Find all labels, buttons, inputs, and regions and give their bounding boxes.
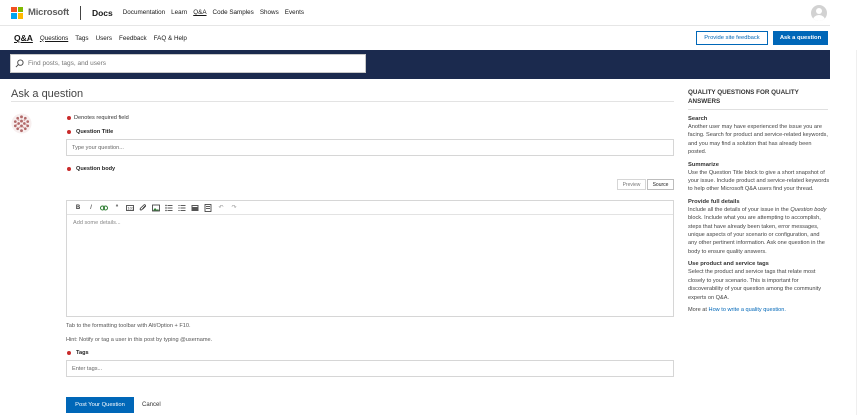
qa-header: Q&A Questions Tags Users Feedback FAQ & … [0, 26, 865, 50]
bold-icon[interactable]: B [73, 203, 83, 213]
profile-avatar[interactable] [811, 5, 827, 21]
nav-questions[interactable]: Questions [40, 35, 68, 42]
scrollbar-track[interactable] [856, 50, 857, 415]
nav-users[interactable]: Users [96, 35, 112, 42]
microsoft-logo[interactable]: Microsoft [11, 6, 69, 19]
provide-site-feedback-button[interactable]: Provide site feedback [696, 31, 768, 45]
question-title-placeholder: Type your question... [72, 144, 124, 151]
ask-question-button[interactable]: Ask a question [773, 31, 828, 45]
tip-tags: Use product and service tags Select the … [688, 261, 830, 302]
search-input[interactable] [28, 60, 365, 67]
required-note-text: Denotes required field [74, 115, 129, 121]
image-icon[interactable] [151, 203, 161, 213]
html-icon[interactable] [203, 203, 213, 213]
tip-summarize: Summarize Use the Question Title block t… [688, 162, 830, 194]
cancel-button[interactable]: Cancel [142, 397, 161, 413]
microsoft-brand-text: Microsoft [28, 7, 69, 18]
page-title: Ask a question [11, 88, 84, 100]
required-field-note: Denotes required field [67, 115, 129, 121]
qa-brand[interactable]: Q&A [14, 33, 33, 43]
italic-icon[interactable]: I [86, 203, 96, 213]
top-nav: Documentation Learn Q&A Code Samples Sho… [123, 9, 310, 16]
page-edge [830, 0, 865, 415]
toolbar-hint: Tab to the formatting toolbar with Alt/O… [66, 323, 191, 329]
tags-label: Tags [67, 350, 89, 356]
svg-text:101: 101 [127, 205, 134, 210]
question-body-editor[interactable]: B I “ 101 ↶ ↷ Add some details... [66, 200, 674, 317]
profile-head-icon [816, 8, 822, 14]
quality-question-link[interactable]: How to write a quality question. [709, 307, 786, 313]
nav-faq-help[interactable]: FAQ & Help [154, 35, 187, 42]
tip-heading: Provide full details [688, 198, 740, 205]
tip-text: Another user may have experienced the is… [688, 124, 828, 156]
search-banner [0, 50, 830, 79]
tip-full-details: Provide full details Include all the det… [688, 199, 830, 256]
nav-documentation[interactable]: Documentation [123, 9, 165, 16]
required-dot-icon [67, 116, 71, 120]
required-dot-icon [67, 130, 71, 134]
tip-heading: Use product and service tags [688, 261, 769, 268]
nav-events[interactable]: Events [285, 9, 304, 16]
header-divider [79, 5, 81, 20]
tags-label-text: Tags [76, 350, 89, 356]
redo-icon[interactable]: ↷ [229, 203, 239, 213]
docs-brand[interactable]: Docs [92, 8, 113, 18]
quality-tips-sidebar: QUALITY QUESTIONS FOR QUALITY ANSWERS Se… [688, 89, 830, 313]
tip-text: Use the Question Title block to give a s… [688, 169, 830, 193]
global-header: Microsoft Docs Documentation Learn Q&A C… [0, 0, 865, 26]
tab-source[interactable]: Source [647, 179, 674, 190]
question-title-label: Question Title [67, 129, 113, 135]
notify-hint: Hint: Notify or tag a user in this post … [66, 337, 213, 343]
quote-icon[interactable]: “ [112, 203, 122, 213]
profile-body-icon [813, 15, 825, 21]
sidebar-title: QUALITY QUESTIONS FOR QUALITY ANSWERS [688, 89, 799, 105]
question-body-label-text: Question body [76, 166, 116, 172]
tip-heading: Search [688, 116, 708, 122]
link-icon[interactable] [99, 203, 109, 213]
tags-input[interactable]: Enter tags... [66, 360, 674, 377]
tags-placeholder: Enter tags... [72, 365, 103, 372]
tip-heading: Summarize [688, 161, 719, 168]
tab-preview[interactable]: Preview [617, 179, 646, 190]
attachment-icon[interactable] [138, 203, 148, 213]
nav-code-samples[interactable]: Code Samples [213, 9, 254, 16]
tip-text: Select the product and service tags that… [688, 269, 822, 301]
question-body-label: Question body [67, 166, 115, 172]
qa-nav: Questions Tags Users Feedback FAQ & Help [40, 35, 194, 42]
required-dot-icon [67, 351, 71, 355]
post-question-button[interactable]: Post Your Question [66, 397, 134, 413]
more-info: More at How to write a quality question. [688, 306, 786, 313]
required-dot-icon [67, 167, 71, 171]
user-avatar-icon [11, 113, 32, 134]
question-title-input[interactable]: Type your question... [66, 139, 674, 156]
nav-feedback[interactable]: Feedback [119, 35, 147, 42]
question-body-placeholder: Add some details... [73, 220, 121, 226]
search-icon [15, 59, 24, 68]
bulleted-list-icon[interactable] [164, 203, 174, 213]
search-box[interactable] [10, 54, 366, 73]
question-title-label-text: Question Title [76, 129, 114, 135]
table-icon[interactable] [190, 203, 200, 213]
tip-search: Search Another user may have experienced… [688, 116, 830, 157]
nav-qa[interactable]: Q&A [193, 9, 206, 16]
numbered-list-icon[interactable] [177, 203, 187, 213]
microsoft-logo-icon [11, 6, 23, 19]
nav-learn[interactable]: Learn [171, 9, 187, 16]
code-icon[interactable]: 101 [125, 203, 135, 213]
nav-tags[interactable]: Tags [75, 35, 88, 42]
title-divider [11, 101, 674, 102]
tip-text: Include all the details of your issue in… [688, 206, 827, 255]
undo-icon[interactable]: ↶ [216, 203, 226, 213]
formatting-toolbar: B I “ 101 ↶ ↷ [67, 201, 673, 215]
nav-shows[interactable]: Shows [260, 9, 279, 16]
sidebar-divider [688, 109, 828, 110]
